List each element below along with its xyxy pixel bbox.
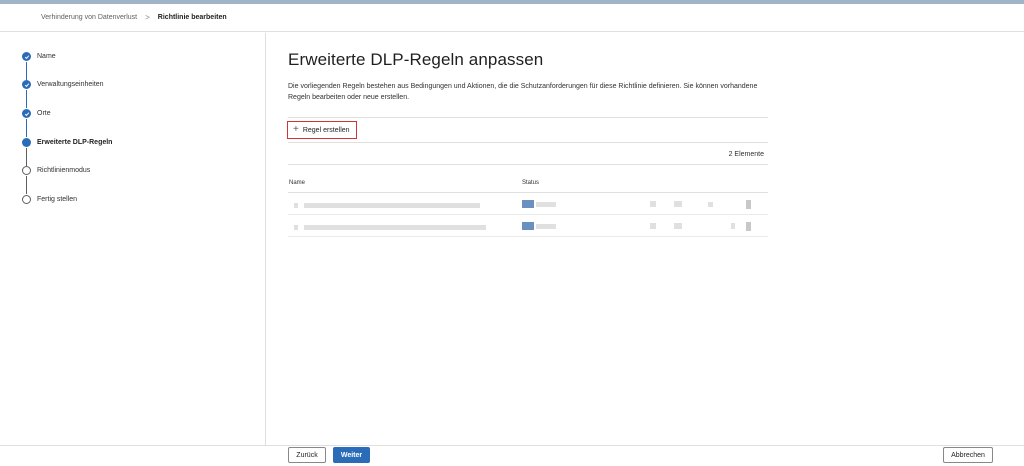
checkmark-icon (22, 52, 31, 61)
plus-icon: + (293, 124, 299, 135)
redacted-value (650, 223, 656, 229)
cancel-button[interactable]: Abbrechen (943, 447, 993, 463)
page-title: Erweiterte DLP-Regeln anpassen (288, 50, 544, 69)
redacted-text (536, 224, 556, 229)
table-row[interactable] (288, 193, 768, 215)
divider (288, 142, 768, 143)
footer-bar (0, 445, 1024, 466)
step-connector (26, 90, 28, 108)
step-name[interactable]: Name (22, 52, 56, 61)
step-connector (26, 119, 28, 137)
redacted-value (674, 201, 682, 207)
breadcrumb-parent-link[interactable]: Verhinderung von Datenverlust (41, 14, 137, 21)
step-label: Erweiterte DLP-Regeln (37, 139, 113, 146)
page-description: Die vorliegenden Regeln bestehen aus Bed… (288, 83, 758, 101)
redacted-text (304, 225, 486, 230)
create-rule-button[interactable]: + Regel erstellen (287, 121, 357, 139)
divider (288, 164, 768, 165)
divider (288, 117, 768, 118)
redacted-text (294, 203, 298, 208)
redacted-value (731, 223, 735, 229)
step-erweiterte-dlp-regeln[interactable]: Erweiterte DLP-Regeln (22, 138, 112, 147)
checkmark-icon (22, 109, 31, 118)
step-label: Richtlinienmodus (37, 167, 91, 174)
empty-circle-icon (22, 195, 31, 204)
checkmark-icon (22, 80, 31, 89)
back-button[interactable]: Zurück (288, 447, 326, 463)
redacted-value (708, 202, 713, 207)
redacted-value (674, 223, 682, 229)
step-label: Fertig stellen (37, 196, 78, 203)
step-connector (26, 62, 28, 80)
redacted-text (536, 202, 556, 207)
next-button[interactable]: Weiter (333, 447, 370, 463)
step-connector (26, 176, 28, 194)
empty-circle-icon (22, 166, 31, 175)
current-step-dot-icon (22, 138, 31, 147)
redacted-status (522, 200, 534, 208)
step-label: Orte (37, 110, 51, 117)
breadcrumb-current: Richtlinie bearbeiten (157, 14, 227, 21)
create-rule-label: Regel erstellen (302, 126, 350, 134)
redacted-status (522, 222, 534, 230)
breadcrumb-separator: > (145, 13, 150, 22)
table-row[interactable] (288, 215, 768, 237)
step-connector (26, 148, 28, 166)
step-richtlinienmodus[interactable]: Richtlinienmodus (22, 166, 90, 175)
column-header-status[interactable]: Status (522, 180, 539, 186)
redacted-value (746, 200, 751, 209)
column-header-name[interactable]: Name (289, 180, 305, 186)
redacted-text (304, 203, 480, 208)
step-label: Name (37, 53, 56, 60)
breadcrumb: Verhinderung von Datenverlust > Richtlin… (0, 4, 1024, 32)
step-verwaltungseinheiten[interactable]: Verwaltungseinheiten (22, 80, 104, 89)
wizard-steps-sidebar (0, 33, 266, 445)
step-fertig-stellen[interactable]: Fertig stellen (22, 195, 77, 204)
item-count: 2 Elemente (728, 151, 764, 158)
step-orte[interactable]: Orte (22, 109, 51, 118)
redacted-value (746, 222, 751, 231)
redacted-text (294, 225, 298, 230)
redacted-value (650, 201, 656, 207)
step-label: Verwaltungseinheiten (37, 81, 104, 88)
